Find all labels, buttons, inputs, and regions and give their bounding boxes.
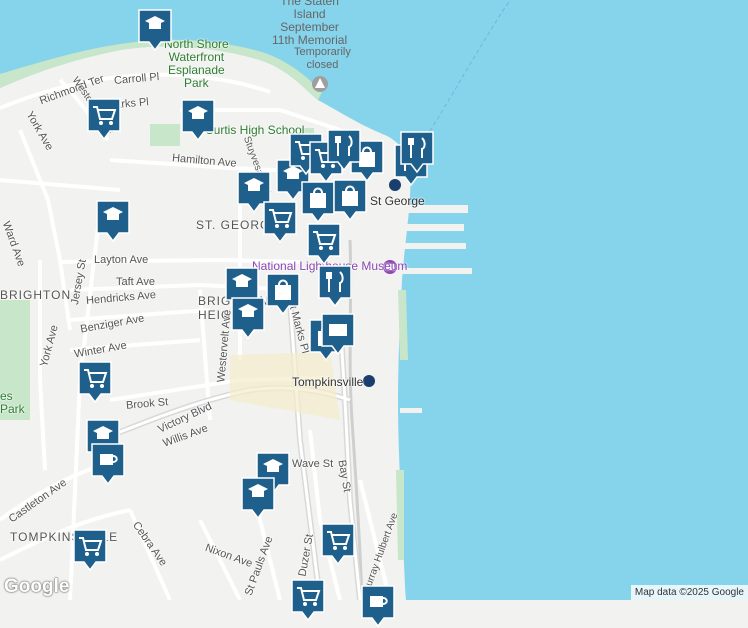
map-marker[interactable] [300, 180, 336, 224]
cart-icon [87, 98, 121, 141]
map-marker[interactable] [95, 199, 131, 243]
map-attribution[interactable]: Map data ©2025 Google [630, 585, 748, 600]
map-marker[interactable] [265, 272, 301, 316]
map-marker[interactable] [72, 528, 108, 572]
school-icon [96, 200, 130, 243]
bag-icon [266, 273, 300, 316]
bag-icon [333, 179, 367, 222]
map-marker[interactable] [320, 522, 356, 566]
pier [402, 268, 472, 274]
tompkinsville-label[interactable]: Tompkinsville [292, 375, 363, 389]
fork-knife-icon [400, 131, 434, 174]
map-marker[interactable] [90, 442, 126, 486]
school-icon [231, 297, 265, 340]
cart-icon [307, 223, 341, 266]
map-marker[interactable] [137, 8, 173, 52]
park-fragment-label: es Park [0, 389, 25, 416]
map-marker[interactable] [230, 296, 266, 340]
cart-icon [73, 529, 107, 572]
memorial-status: Temporarily closed [294, 46, 351, 71]
road-label: Layton Ave [94, 254, 149, 266]
road-label: Taft Ave [116, 276, 155, 288]
map-marker[interactable] [360, 584, 396, 628]
fork-knife-icon [318, 265, 352, 308]
map-marker[interactable] [326, 128, 362, 172]
cup-icon [361, 585, 395, 628]
bag-icon [301, 181, 335, 224]
esplanade-label[interactable]: North Shore Waterfront Esplanade Park [164, 38, 229, 90]
area-brighton: BRIGHTON [0, 288, 72, 302]
map-marker[interactable] [180, 98, 216, 142]
road-label: Wave St [292, 458, 334, 470]
map-marker[interactable] [262, 200, 298, 244]
pier [400, 243, 466, 249]
memorial-label[interactable]: The Staten Island September 11th Memoria… [272, 0, 347, 47]
cup-icon [91, 443, 125, 486]
pier [398, 224, 464, 231]
cart-icon [78, 361, 112, 404]
subway-icon [363, 375, 375, 387]
school-icon [138, 9, 172, 52]
map-marker[interactable] [77, 360, 113, 404]
google-logo: Google [4, 576, 70, 597]
map-marker[interactable] [399, 130, 435, 174]
map-marker[interactable] [317, 264, 353, 308]
map-marker[interactable] [290, 578, 326, 622]
map-marker[interactable] [320, 312, 356, 356]
atm-icon [321, 313, 355, 356]
cart-icon [291, 579, 325, 622]
map-marker[interactable] [240, 476, 276, 520]
cart-icon [263, 201, 297, 244]
cart-icon [321, 523, 355, 566]
school-icon [181, 99, 215, 142]
map-marker[interactable] [86, 97, 122, 141]
fork-knife-icon [327, 129, 361, 172]
map-marker[interactable] [332, 178, 368, 222]
pier [400, 408, 422, 413]
school-icon [241, 477, 275, 520]
park-area [150, 124, 180, 146]
map-marker[interactable] [306, 222, 342, 266]
st-george-label[interactable]: St George [370, 194, 425, 208]
